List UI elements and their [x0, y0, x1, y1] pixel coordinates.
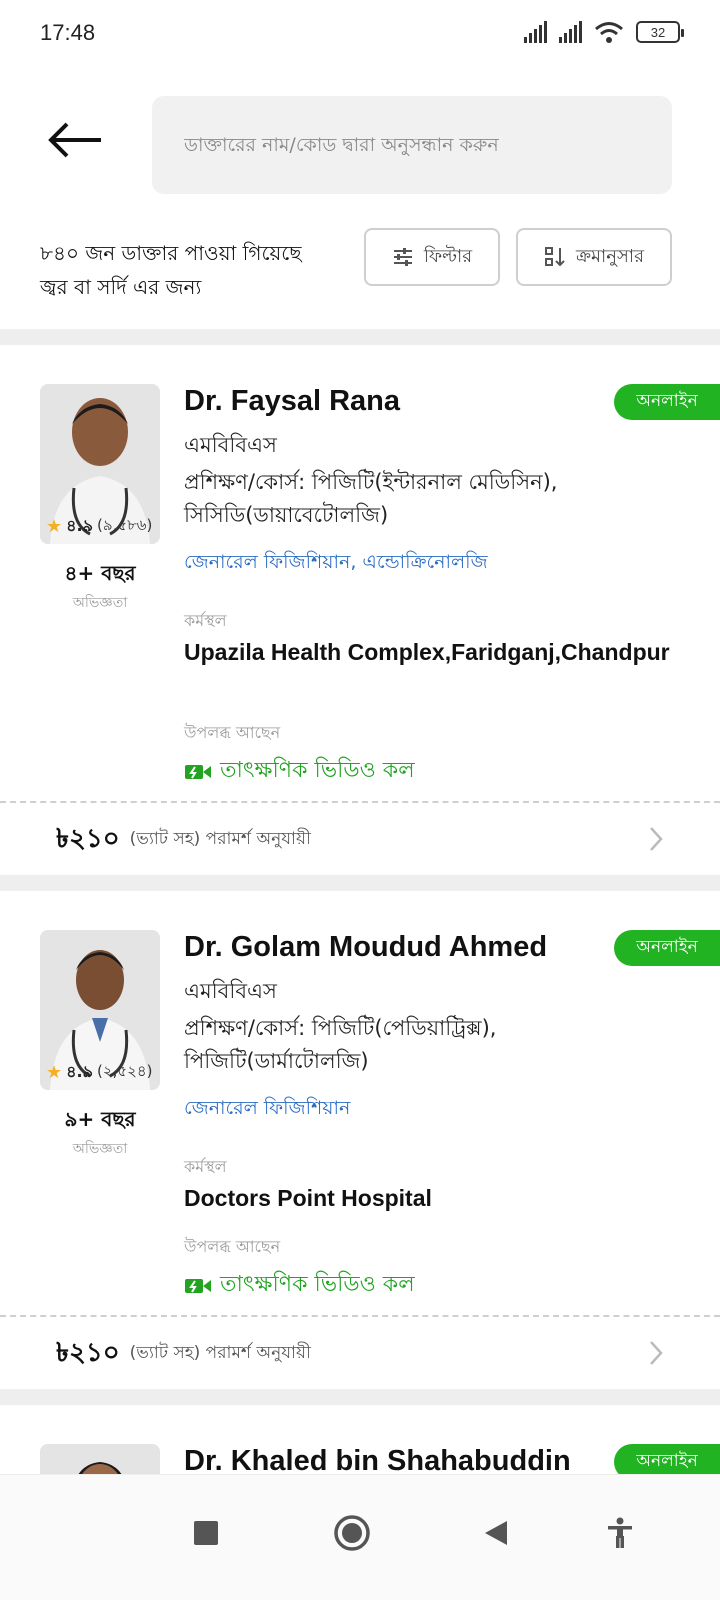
- system-nav-bar: [0, 1474, 720, 1600]
- recents-button[interactable]: [176, 1503, 236, 1563]
- fee-amount: ৳২১০: [56, 824, 120, 854]
- doctor-workplace: Doctors Point Hospital: [184, 1185, 432, 1211]
- doctor-card[interactable]: Dr. Khaled bin Shahabuddin অনলাইন: [0, 1405, 720, 1474]
- status-badge: অনলাইন: [614, 384, 720, 420]
- availability-label: উপলব্ধ আছেন: [184, 723, 281, 742]
- back-nav-button[interactable]: [466, 1503, 526, 1563]
- accessibility-icon: [608, 1517, 632, 1548]
- sort-label: ক্রমানুসার: [575, 245, 645, 267]
- chevron-right-icon: [650, 1341, 663, 1365]
- rating-count: (২,৫২৪): [96, 1062, 153, 1080]
- doctor-specialty: জেনারেল ফিজিশিয়ান: [184, 1097, 351, 1119]
- experience-label: অভিজ্ঞতা: [72, 1141, 128, 1157]
- doctor-training: প্রশিক্ষণ/কোর্স: পিজিটি(ইন্টারনাল মেডিসি…: [184, 470, 558, 527]
- fee-note: (ভ্যাট সহ) পরামর্শ অনুযায়ী: [129, 829, 311, 849]
- results-row: ৮৪০ জন ডাক্তার পাওয়া গিয়েছে জ্বর বা সর…: [0, 228, 720, 308]
- accessibility-button[interactable]: [590, 1503, 650, 1563]
- doctor-degree: এমবিবিএস: [184, 979, 277, 1003]
- video-call-availability: তাৎক্ষণিক ভিডিও কল: [184, 1267, 415, 1304]
- rating-value: ৪.৯: [66, 1062, 93, 1081]
- workplace-label: কর্মস্থল: [184, 1157, 227, 1176]
- search-box[interactable]: [152, 96, 672, 194]
- doctor-specialty: জেনারেল ফিজিশিয়ান, এন্ডোক্রিনোলজি: [184, 551, 488, 573]
- experience-value: ৯+ বছর: [64, 1107, 136, 1131]
- wifi-icon: [595, 22, 623, 43]
- star-icon: ★: [46, 516, 63, 537]
- signal-icon: [524, 21, 547, 43]
- doctor-training: প্রশিক্ষণ/কোর্স: পিজিটি(পেডিয়াট্রিক্স),…: [184, 1016, 497, 1073]
- section-divider: [0, 875, 720, 891]
- fee-row[interactable]: ৳২১০ (ভ্যাট সহ) পরামর্শ অনুযায়ী: [0, 803, 720, 877]
- doctor-avatar-icon: [40, 1444, 160, 1474]
- doctor-rating: ★ ৪.৯ (৯,৫৮৬): [46, 513, 152, 540]
- video-camera-icon: [185, 764, 211, 779]
- doctor-workplace: Upazila Health Complex,Faridganj,Chandpu…: [184, 639, 670, 665]
- square-icon: [194, 1521, 218, 1545]
- fee-note: (ভ্যাট সহ) পরামর্শ অনুযায়ী: [129, 1343, 311, 1363]
- sliders-icon: [393, 248, 412, 266]
- status-bar: 17:48 32: [0, 0, 720, 70]
- status-time: 17:48: [40, 20, 96, 45]
- status-badge: অনলাইন: [614, 930, 720, 966]
- doctor-card[interactable]: ★ ৪.৯ (৯,৫৮৬) ৪+ বছর অভিজ্ঞতা Dr. Faysal…: [0, 345, 720, 875]
- doctor-name: Dr. Golam Moudud Ahmed: [184, 931, 548, 963]
- doctor-name: Dr. Khaled bin Shahabuddin: [184, 1445, 571, 1474]
- doctor-rating: ★ ৪.৯ (২,৫২৪): [46, 1059, 152, 1086]
- fee-row[interactable]: ৳২১০ (ভ্যাট সহ) পরামর্শ অনুযায়ী: [0, 1317, 720, 1391]
- home-circle-icon: [334, 1515, 370, 1551]
- triangle-back-icon: [485, 1521, 507, 1545]
- doctor-photo: [40, 1444, 160, 1474]
- doctor-degree: এমবিবিএস: [184, 433, 277, 457]
- filter-button[interactable]: ফিল্টার: [364, 228, 500, 286]
- section-divider: [0, 329, 720, 345]
- signal-icon-2: [559, 21, 582, 43]
- chevron-right-icon: [650, 827, 663, 851]
- fee-amount: ৳২১০: [56, 1338, 120, 1368]
- video-call-availability: তাৎক্ষণিক ভিডিও কল: [184, 753, 415, 790]
- results-condition: জ্বর বা সর্দি এর জন্য: [40, 275, 202, 299]
- home-button[interactable]: [322, 1503, 382, 1563]
- arrow-left-icon: [48, 122, 101, 158]
- battery-icon: 32: [636, 21, 684, 43]
- workplace-label: কর্মস্থল: [184, 611, 227, 630]
- experience-value: ৪+ বছর: [64, 561, 136, 585]
- header: [0, 90, 720, 200]
- results-count: ৮৪০ জন ডাক্তার পাওয়া গিয়েছে: [40, 241, 302, 265]
- rating-value: ৪.৯: [66, 516, 93, 535]
- doctor-card[interactable]: ★ ৪.৯ (২,৫২৪) ৯+ বছর অভিজ্ঞতা Dr. Golam …: [0, 891, 720, 1389]
- experience-label: অভিজ্ঞতা: [72, 595, 128, 611]
- star-icon: ★: [46, 1062, 63, 1083]
- filter-label: ফিল্টার: [423, 245, 473, 267]
- search-input[interactable]: [184, 134, 644, 156]
- video-call-label: তাৎক্ষণিক ভিডিও কল: [220, 758, 415, 783]
- status-icons: 32: [524, 20, 684, 44]
- results-summary: ৮৪০ জন ডাক্তার পাওয়া গিয়েছে জ্বর বা সর…: [40, 236, 360, 304]
- status-badge: অনলাইন: [614, 1444, 720, 1474]
- doctor-name: Dr. Faysal Rana: [184, 385, 400, 417]
- back-button[interactable]: [40, 115, 110, 165]
- sort-button[interactable]: ক্রমানুসার: [516, 228, 672, 286]
- section-divider: [0, 1389, 720, 1405]
- rating-count: (৯,৫৮৬): [96, 516, 153, 534]
- availability-label: উপলব্ধ আছেন: [184, 1237, 281, 1256]
- video-camera-icon: [185, 1278, 211, 1293]
- video-call-label: তাৎক্ষণিক ভিডিও কল: [220, 1272, 415, 1297]
- sort-icon: [544, 247, 565, 267]
